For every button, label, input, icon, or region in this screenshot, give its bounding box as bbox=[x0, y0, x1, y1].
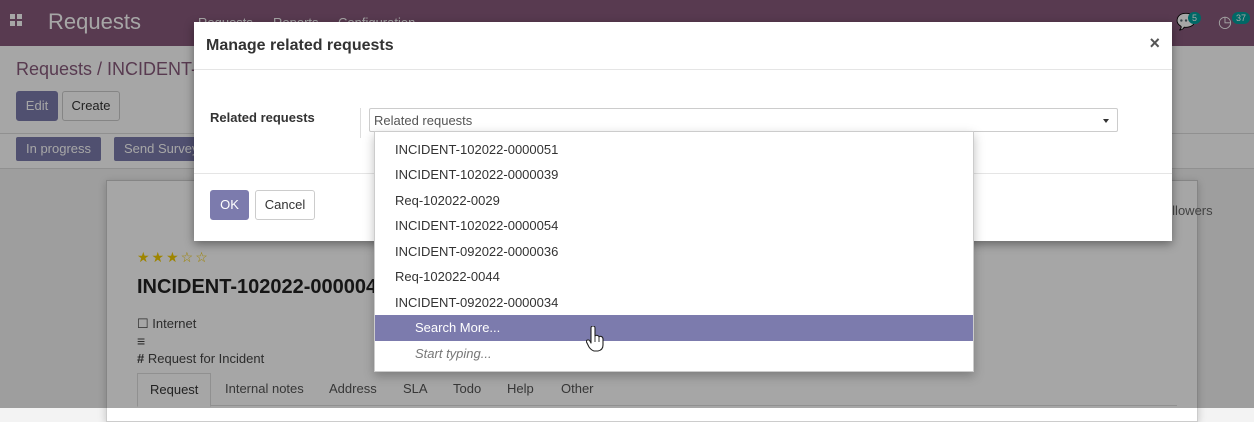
header-divider bbox=[194, 69, 1172, 70]
cancel-button[interactable]: Cancel bbox=[255, 190, 315, 220]
start-typing-hint: Start typing... bbox=[415, 346, 492, 361]
field-divider bbox=[360, 108, 361, 138]
dropdown-option[interactable]: INCIDENT-092022-0000036 bbox=[375, 239, 973, 265]
related-requests-field[interactable]: Related requests bbox=[369, 108, 1118, 132]
close-icon[interactable]: × bbox=[1149, 33, 1160, 54]
ok-button[interactable]: OK bbox=[210, 190, 249, 220]
dialog-title: Manage related requests bbox=[206, 37, 394, 54]
dropdown-option[interactable]: INCIDENT-092022-0000034 bbox=[375, 290, 973, 316]
autocomplete-dropdown: INCIDENT-102022-0000051 INCIDENT-102022-… bbox=[374, 131, 974, 372]
search-more-option[interactable]: Search More... bbox=[375, 315, 973, 341]
chevron-down-icon[interactable] bbox=[1103, 119, 1109, 123]
related-requests-label: Related requests bbox=[210, 110, 315, 125]
hand-pointer-icon bbox=[586, 326, 604, 352]
dropdown-option[interactable]: INCIDENT-102022-0000039 bbox=[375, 162, 973, 188]
dropdown-option[interactable]: INCIDENT-102022-0000051 bbox=[375, 137, 973, 163]
dropdown-option[interactable]: Req-102022-0029 bbox=[375, 188, 973, 214]
dropdown-option[interactable]: INCIDENT-102022-0000054 bbox=[375, 213, 973, 239]
related-requests-input[interactable]: Related requests bbox=[374, 113, 472, 128]
dropdown-option[interactable]: Req-102022-0044 bbox=[375, 264, 973, 290]
